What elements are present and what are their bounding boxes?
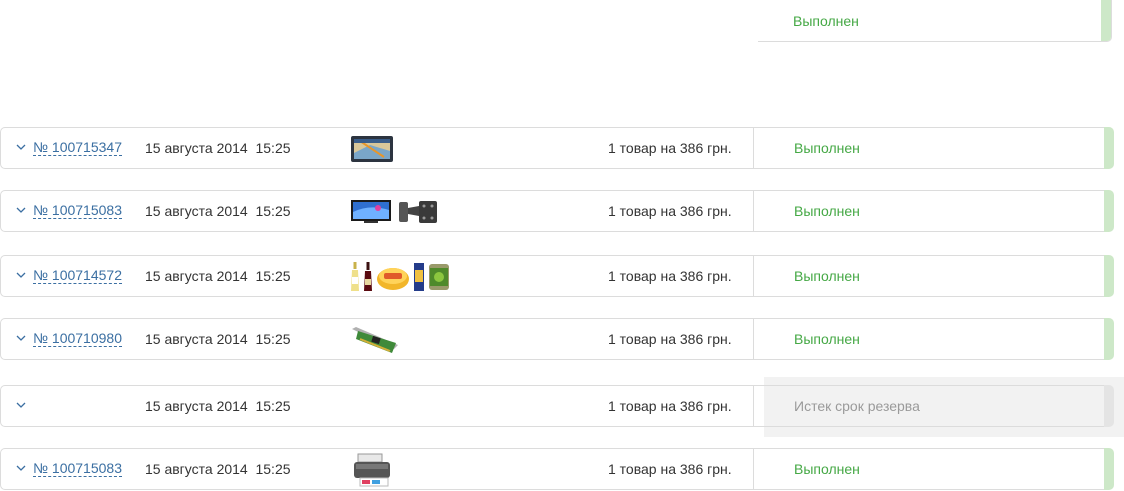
status-indicator [1104,127,1114,169]
order-items [350,323,400,357]
order-summary: 1 товар на 386 грн. [608,398,732,414]
printer-thumbnail[interactable] [350,452,396,488]
order-status: Выполнен [753,448,1114,490]
order-row[interactable]: № 100714572 15 августа 2014 15:25 1 това… [0,255,1114,297]
status-indicator [1104,318,1114,360]
gps-navigator-thumbnail[interactable] [350,135,394,163]
order-status: Выполнен [753,255,1114,297]
order-date: 15 августа 2014 15:25 [145,398,291,414]
chevron-down-icon[interactable] [14,461,28,475]
chevron-down-icon[interactable] [14,268,28,282]
oil-bottle-thumbnail[interactable] [350,261,360,293]
order-status: Выполнен [753,190,1114,232]
chevron-down-icon[interactable] [14,203,28,217]
order-number-link[interactable]: № 100710980 [33,331,122,347]
order-items [350,132,394,166]
status-indicator [1104,385,1114,427]
wine-bottle-thumbnail[interactable] [363,261,373,293]
status-indicator [1104,448,1114,490]
order-status: Выполнен [753,127,1114,169]
top-order-status: Выполнен [758,0,1112,42]
order-items [350,195,439,229]
status-label: Выполнен [794,268,860,284]
status-indicator [1104,255,1114,297]
order-number-link[interactable]: № 100715083 [33,203,122,219]
order-row[interactable]: 15 августа 2014 15:25 1 товар на 386 грн… [0,385,1114,427]
order-number-link[interactable]: № 100714572 [33,268,122,284]
status-indicator [1104,190,1114,232]
order-summary: 1 товар на 386 грн. [608,331,732,347]
order-date: 15 августа 2014 15:25 [145,331,291,347]
order-status: Выполнен [753,318,1114,360]
order-row[interactable]: № 100710980 15 августа 2014 15:25 1 това… [0,318,1114,360]
order-summary: 1 товар на 386 грн. [608,203,732,219]
order-status: Истек срок резерва [753,385,1114,427]
order-summary: 1 товар на 386 грн. [608,140,732,156]
order-row[interactable]: № 100715083 15 августа 2014 15:25 1 това… [0,448,1114,490]
canned-peas-thumbnail[interactable] [428,262,450,292]
chevron-down-icon[interactable] [14,140,28,154]
chevron-down-icon[interactable] [14,331,28,345]
tv-thumbnail[interactable] [350,198,392,226]
status-label: Выполнен [794,203,860,219]
order-number-link[interactable]: № 100715347 [33,140,122,156]
order-summary: 1 товар на 386 грн. [608,268,732,284]
order-row[interactable]: № 100715347 15 августа 2014 15:25 1 това… [0,127,1114,169]
cheese-thumbnail[interactable] [376,263,410,291]
status-label: Истек срок резерва [794,398,920,414]
order-date: 15 августа 2014 15:25 [145,203,291,219]
order-date: 15 августа 2014 15:25 [145,461,291,477]
order-items [350,453,396,487]
status-label: Выполнен [794,140,860,156]
order-date: 15 августа 2014 15:25 [145,140,291,156]
chevron-down-icon[interactable] [14,398,28,412]
network-card-thumbnail[interactable] [350,325,400,355]
order-number-link[interactable]: № 100715083 [33,461,122,477]
order-date: 15 августа 2014 15:25 [145,268,291,284]
tv-wall-mount-thumbnail[interactable] [397,198,439,226]
pasta-pack-thumbnail[interactable] [413,262,425,292]
status-label: Выполнен [794,461,860,477]
order-row[interactable]: № 100715083 15 августа 2014 15:25 1 това… [0,190,1114,232]
status-label: Выполнен [794,331,860,347]
status-indicator [1101,0,1111,41]
status-label: Выполнен [793,13,859,29]
order-items [350,260,450,294]
order-summary: 1 товар на 386 грн. [608,461,732,477]
